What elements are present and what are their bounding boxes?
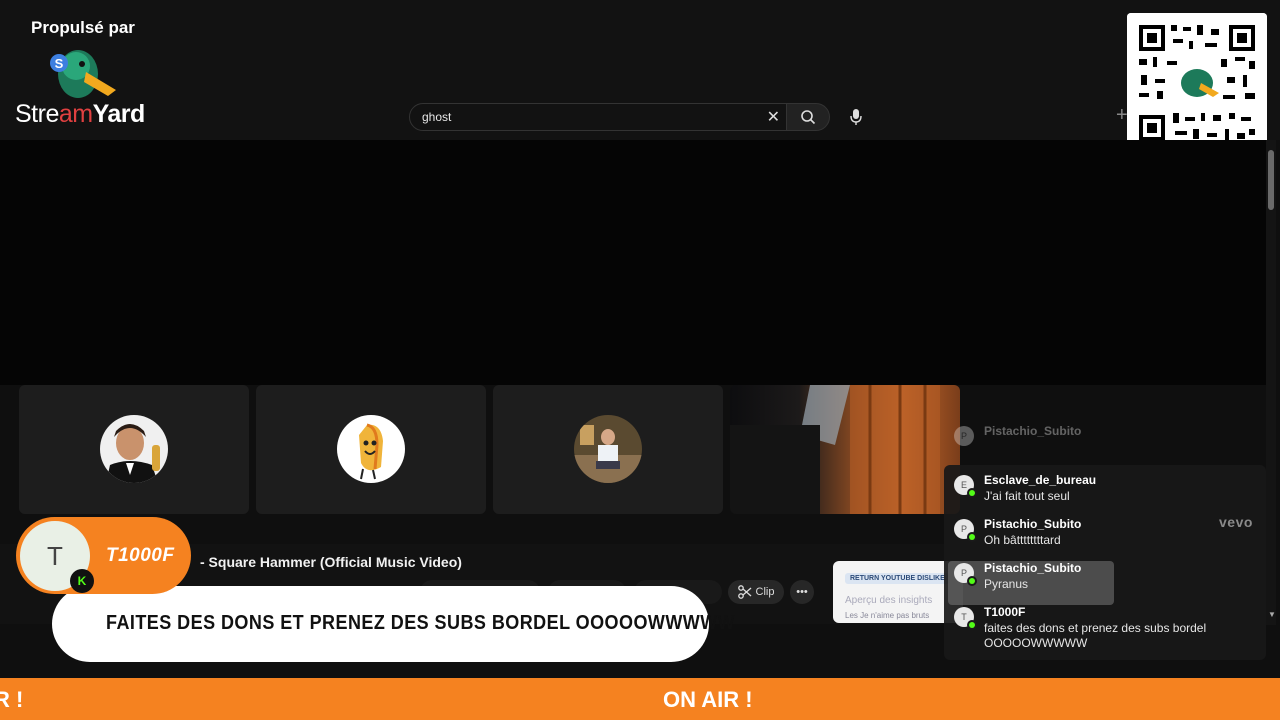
search-icon	[801, 110, 816, 125]
chat-avatar: E	[954, 475, 977, 498]
video-title[interactable]: - Square Hammer (Official Music Video)	[200, 554, 462, 570]
chat-avatar: T	[954, 607, 977, 630]
scroll-thumb[interactable]	[1268, 150, 1274, 210]
powered-by-label: Propulsé par	[31, 18, 135, 37]
participant-avatar	[337, 415, 405, 483]
camera-feed	[730, 385, 940, 514]
search-button[interactable]	[786, 103, 830, 131]
featured-comment-bubble: FAITES DES DONS ET PRENEZ DES SUBS BORDE…	[52, 586, 735, 662]
chat-text: Pyranus	[984, 577, 1029, 591]
ticker-text-partial: R !	[0, 687, 24, 712]
clip-button[interactable]: Clip	[728, 580, 784, 604]
kick-icon	[967, 576, 977, 586]
ticker-text: ON AIR !	[663, 687, 753, 712]
chat-username: T1000F	[984, 605, 1026, 619]
chat-text: J'ai fait tout seul	[984, 489, 1070, 503]
dislike-badge: RETURN YOUTUBE DISLIKE	[845, 573, 950, 584]
dislike-subtext: Les Je n'aime pas bruts	[845, 611, 930, 620]
microphone-icon	[850, 109, 862, 125]
featured-username: T1000F	[106, 545, 175, 566]
scrollbar[interactable]	[1266, 140, 1276, 625]
scissors-icon	[737, 585, 751, 599]
more-icon[interactable]: •••	[790, 580, 814, 604]
chat-username: Pistachio_Subito	[984, 424, 1082, 438]
streamyard-duck-logo: S	[50, 50, 116, 98]
chat-avatar: P	[954, 519, 977, 542]
participant-tile	[256, 385, 486, 514]
streamyard-logo-text: StreamYard	[15, 100, 145, 128]
chat-username: Pistachio_Subito	[984, 517, 1082, 531]
participant-avatar	[574, 415, 642, 483]
participant-tile	[19, 385, 249, 514]
chat-avatar: P	[954, 426, 974, 446]
kick-icon	[967, 620, 977, 630]
video-player[interactable]	[0, 140, 1266, 385]
vevo-watermark: vevo	[1219, 514, 1253, 530]
participant-avatar	[100, 415, 168, 483]
chat-text: faites des dons et prenez des subs borde…	[984, 621, 1207, 650]
kick-icon	[967, 488, 977, 498]
chat-username: Pistachio_Subito	[984, 561, 1082, 575]
search-input[interactable]: ghost ✕	[409, 103, 787, 131]
on-air-ticker: R ! ON AIR !	[0, 678, 1280, 720]
clip-label: Clip	[755, 586, 775, 598]
chat-avatar: P	[954, 563, 977, 586]
voice-search-button[interactable]	[844, 104, 868, 130]
qr-code	[1127, 13, 1267, 153]
featured-comment-text: FAITES DES DONS ET PRENEZ DES SUBS BORDE…	[106, 612, 736, 634]
participant-camera-tile	[730, 385, 960, 514]
kick-icon	[967, 532, 977, 542]
chat-text: Oh bâttttttttard	[984, 533, 1061, 547]
kick-icon: K	[70, 569, 94, 593]
svg-text:S: S	[55, 56, 64, 71]
search-value: ghost	[422, 110, 452, 124]
create-icon[interactable]: +	[1116, 104, 1128, 127]
close-icon[interactable]: ✕	[767, 107, 780, 127]
chat-username: Esclave_de_bureau	[984, 473, 1097, 487]
dislike-heading: Aperçu des insights	[845, 595, 933, 606]
scroll-down-icon[interactable]: ▼	[1268, 610, 1276, 619]
participant-tile	[493, 385, 723, 514]
